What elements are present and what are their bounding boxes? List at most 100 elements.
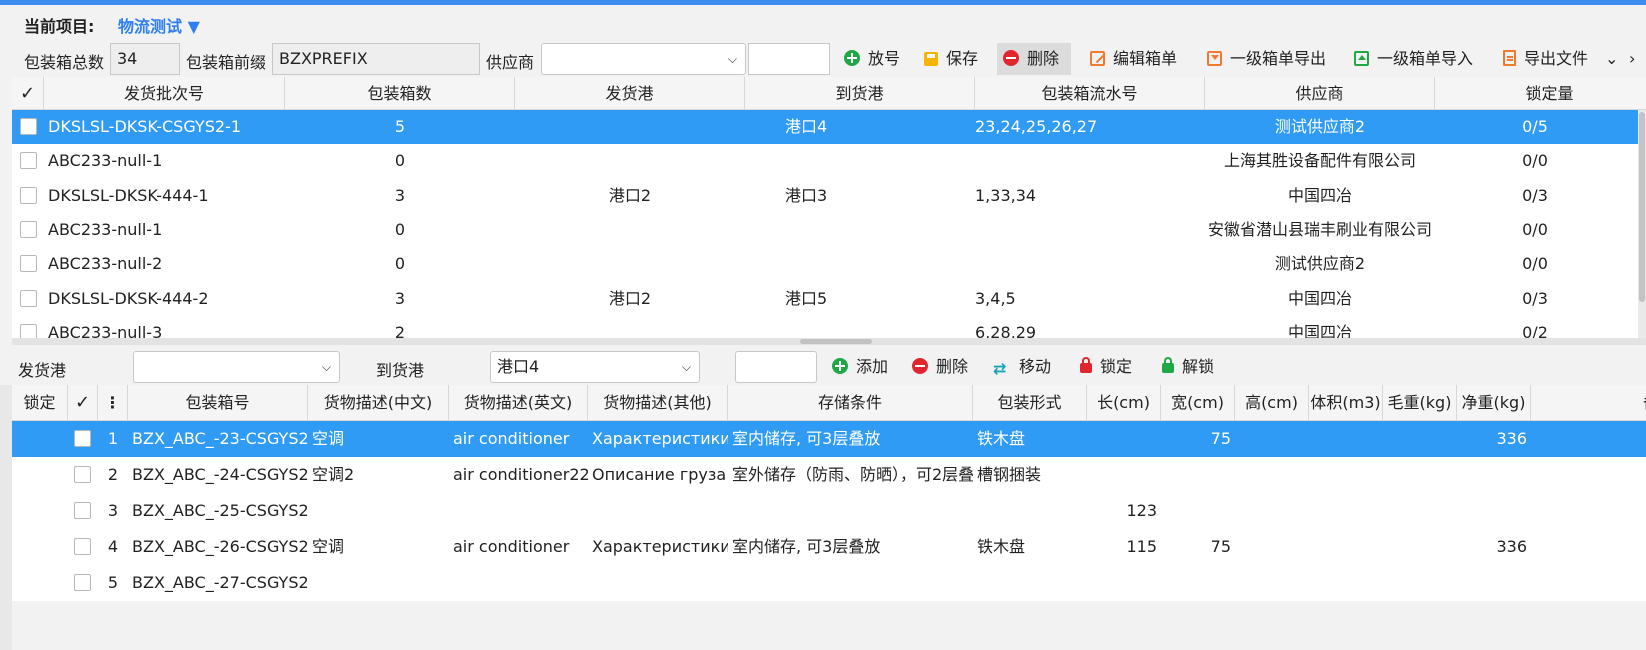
table-row[interactable]: ABC233-null-1 0 上海其胜设备配件有限公司 0/0 [12,144,1638,178]
col-header-desc-en[interactable]: 货物描述(英文) [449,385,588,421]
cell-batch: ABC233-null-1 [48,219,163,239]
col-header-batch[interactable]: 发货批次号 [44,77,285,110]
table-row[interactable]: 1 BZX_ABC_-23-CSGYS2 空调 air conditioner Хара… [12,421,1646,457]
row-checkbox[interactable] [20,255,37,273]
row-checkbox[interactable] [74,466,91,483]
export-level1-button[interactable]: 一级箱单导出 [1201,43,1332,75]
chevron-right-icon: › [1629,49,1636,68]
col-header-gross[interactable]: 毛重(kg) [1383,385,1457,421]
cell-desc-cn [308,565,449,601]
table-row[interactable]: 5 BZX_ABC_-27-CSGYS2 [12,565,1646,601]
project-label: 当前项目: [24,17,95,36]
cell-desc-en: air conditioner [453,537,570,556]
batch-search-input[interactable] [748,43,830,75]
col-header-supplier[interactable]: 供应商 [1205,77,1435,110]
cell-desc-other: Характеристики [592,429,728,448]
cell-length [1087,457,1157,493]
col-header-to-port[interactable]: 到货港 [745,77,975,110]
row-checkbox[interactable] [20,220,37,238]
table-row[interactable]: ABC233-null-2 0 测试供应商2 0/0 [12,247,1638,281]
col-header-lock[interactable]: 锁定 [12,385,68,421]
cell-locked: 0/5 [1522,117,1548,136]
row-checkbox[interactable] [74,430,91,447]
lock-icon [1080,357,1092,373]
cell-desc-cn: 空调2 [312,465,355,484]
cell-pack: 铁木盘 [977,429,1026,448]
hscroll-thumb[interactable] [800,339,872,344]
table-row[interactable]: 2 BZX_ABC_-24-CSGYS2 空调2 air conditioner22 О… [12,457,1646,493]
row-checkbox[interactable] [74,574,91,591]
edit-box-list-button[interactable]: 编辑箱单 [1084,43,1183,75]
cell-batch: DKSLSL-DKSK-CSGYS2-1 [48,117,241,136]
table-row[interactable]: 3 BZX_ABC_-25-CSGYS2 123 [12,493,1646,529]
cell-pack [973,493,1087,529]
total-boxes-field[interactable]: 34 [110,43,180,75]
import-icon [1354,51,1369,66]
col-header-locked[interactable]: 锁定量 [1435,77,1646,110]
cell-length [1087,565,1157,601]
row-checkbox[interactable] [74,502,91,519]
delete-label: 删除 [1027,49,1060,68]
col-header-length[interactable]: 长(cm) [1087,385,1161,421]
more-dropdown-button[interactable]: ⌄ [1601,43,1622,75]
col-header-serials[interactable]: 包装箱流水号 [975,77,1205,110]
cell-batch: ABC233-null-1 [48,151,163,171]
col-header-desc-other[interactable]: 货物描述(其他) [588,385,728,421]
issue-number-button[interactable]: 放号 [838,43,906,75]
from-port-select[interactable]: ⌵ [133,351,340,383]
cell-length: 115 [1126,537,1157,556]
cell-from-port [515,213,745,247]
cell-supplier: 安徽省潜山县瑞丰刷业有限公司 [1207,219,1432,239]
cell-locked: 0/0 [1522,219,1548,239]
col-header-width[interactable]: 宽(cm) [1161,385,1235,421]
col-header-pack[interactable]: 包装形式 [973,385,1087,421]
supplier-select[interactable]: ⌵ [541,43,746,75]
cell-net [1457,457,1527,493]
box-table-header: 锁定 ✓ ⋮ 包装箱号 货物描述(中文) 货物描述(英文) 货物描述(其他) 存… [12,385,1646,421]
import-level1-button[interactable]: 一级箱单导入 [1348,43,1479,75]
col-header-storage[interactable]: 存储条件 [728,385,973,421]
unlock-box-button[interactable]: 解锁 [1156,351,1220,383]
row-checkbox[interactable] [74,538,91,555]
row-checkbox[interactable] [20,289,37,307]
col-header-desc-cn[interactable]: 货物描述(中文) [308,385,449,421]
row-checkbox[interactable] [20,186,37,204]
table-row[interactable]: DKSLSL-DKSK-CSGYS2-1 5 港口4 23,24,25,26,27 测试… [12,110,1638,144]
select-all-checkbox[interactable]: ✓ [12,77,44,110]
table-row[interactable]: ABC233-null-1 0 安徽省潜山县瑞丰刷业有限公司 0/0 [12,213,1638,247]
delete-batch-button[interactable]: 删除 [997,43,1071,75]
project-selector[interactable]: 物流测试 ▼ [118,13,200,37]
lock-box-button[interactable]: 锁定 [1074,351,1138,383]
col-header-remark[interactable]: 备 [1531,385,1646,421]
col-header-net[interactable]: 净重(kg) [1457,385,1531,421]
box-prefix-field[interactable]: BZXPREFIX [272,43,480,75]
col-header-height[interactable]: 高(cm) [1235,385,1309,421]
box-search-input[interactable] [735,351,817,383]
cell-serials [975,247,1205,281]
move-box-button[interactable]: ⇄ 移动 [987,351,1057,383]
save-button[interactable]: 保存 [918,43,984,75]
cell-locked: 0/0 [1522,254,1548,274]
scroll-right-button[interactable]: › [1625,43,1639,75]
column-menu-icon[interactable]: ⋮ [98,385,128,421]
cell-supplier: 测试供应商2 [1274,117,1366,136]
export-file-button[interactable]: 导出文件 [1497,43,1594,75]
vscroll-thumb[interactable] [1639,112,1645,302]
row-checkbox[interactable] [20,118,37,135]
col-header-from-port[interactable]: 发货港 [515,77,745,110]
col-header-box-no[interactable]: 包装箱号 [128,385,308,421]
delete-box-button[interactable]: 删除 [906,351,974,383]
row-checkbox[interactable] [20,152,37,170]
add-box-button[interactable]: 添加 [826,351,894,383]
batch-table-vscrollbar[interactable] [1638,110,1646,338]
batch-table-hscrollbar[interactable] [12,338,1646,345]
col-header-box-count[interactable]: 包装箱数 [285,77,515,110]
table-row[interactable]: DKSLSL-DKSK-444-2 3 港口2 港口5 3,4,5 中国四冶 0/3 [12,282,1638,316]
to-port-select[interactable]: 港口4 ⌵ [490,351,700,383]
table-row[interactable]: DKSLSL-DKSK-444-1 3 港口2 港口3 1,33,34 中国四冶 0/3 [12,179,1638,213]
col-header-volume[interactable]: 体积(m3) [1309,385,1383,421]
cell-width [1161,565,1231,601]
cell-serials [975,213,1205,247]
table-row[interactable]: 4 BZX_ABC_-26-CSGYS2 空调 air conditioner Хара… [12,529,1646,565]
select-all-checkbox[interactable]: ✓ [68,385,98,421]
